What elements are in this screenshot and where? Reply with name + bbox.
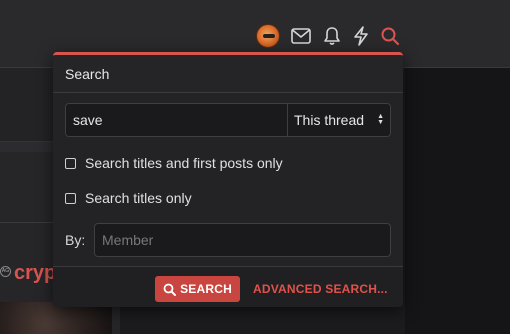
checkbox-icon[interactable] — [65, 157, 76, 169]
search-query-row: This thread ▲▼ — [65, 103, 391, 137]
background-sidebar — [405, 68, 510, 334]
search-dropdown-title: Search — [53, 55, 403, 93]
advanced-search-link[interactable]: ADVANCED SEARCH... — [253, 276, 388, 302]
checkbox-icon[interactable] — [65, 192, 76, 204]
by-label: By: — [65, 232, 86, 248]
search-dropdown: Search This thread ▲▼ Search titles and … — [53, 52, 403, 307]
member-input[interactable] — [94, 223, 391, 257]
search-icon[interactable] — [378, 24, 402, 48]
member-filter-row: By: — [65, 223, 391, 257]
lightning-icon[interactable] — [349, 24, 373, 48]
option-label: Search titles and first posts only — [85, 155, 283, 171]
select-arrows-icon: ▲ ▼ — [377, 113, 384, 126]
search-dropdown-footer: SEARCH ADVANCED SEARCH... — [53, 266, 403, 307]
search-scope-value: This thread — [294, 112, 365, 128]
envelope-icon[interactable] — [289, 24, 313, 48]
search-button[interactable]: SEARCH — [155, 276, 240, 302]
user-avatar[interactable] — [256, 24, 280, 48]
option-titles-first-posts[interactable]: Search titles and first posts only — [65, 153, 283, 173]
site-logo-mark: AG — [0, 266, 11, 277]
site-logo-text: cryp — [14, 262, 57, 284]
bell-icon[interactable] — [320, 24, 344, 48]
page: AG cryp Search This thread ▲▼ Sear — [0, 0, 510, 334]
search-button-label: SEARCH — [180, 282, 232, 296]
search-scope-select[interactable]: This thread ▲ ▼ — [287, 104, 390, 136]
option-label: Search titles only — [85, 190, 192, 206]
search-input[interactable] — [66, 104, 287, 136]
search-icon — [163, 283, 177, 296]
background-rule — [0, 222, 60, 223]
option-titles-only[interactable]: Search titles only — [65, 188, 192, 208]
